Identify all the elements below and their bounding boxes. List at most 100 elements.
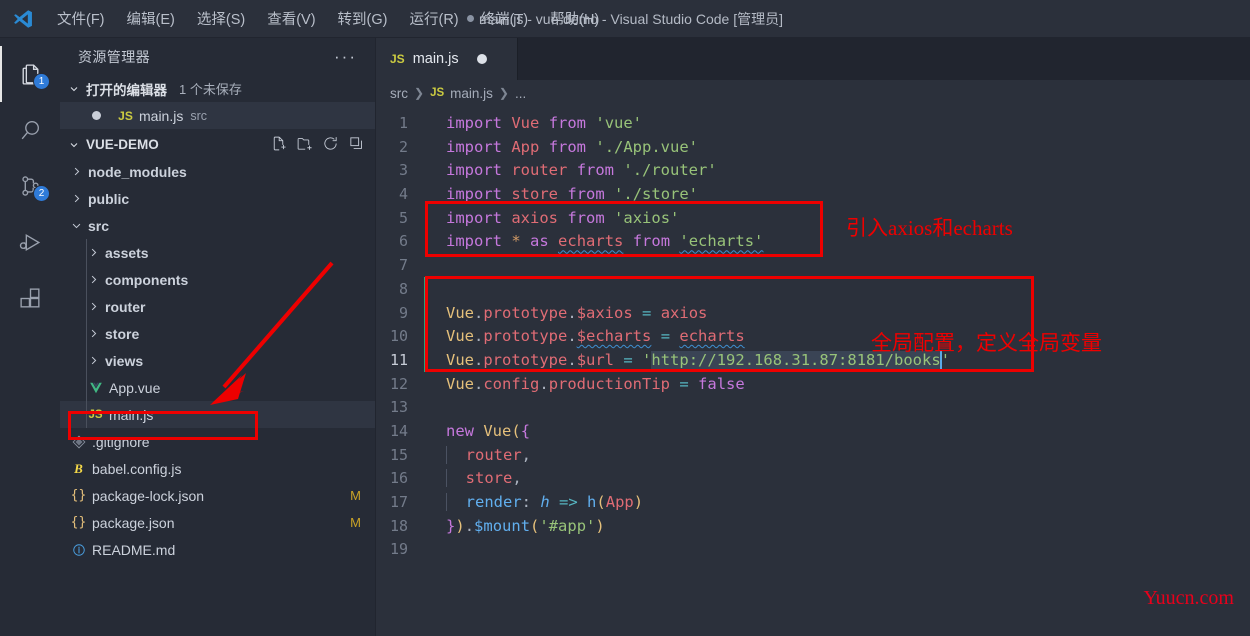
- line-number: 16: [389, 469, 408, 488]
- section-project-root[interactable]: VUE-DEMO: [60, 131, 375, 158]
- menu-run[interactable]: 运行(R): [398, 4, 469, 33]
- tree-item-router[interactable]: router: [60, 293, 375, 320]
- git-file-icon: [68, 435, 89, 449]
- code-line-4[interactable]: 4 import store from './store': [376, 183, 1250, 207]
- code-line-5[interactable]: 5 import axios from 'axios': [376, 207, 1250, 231]
- menu-terminal[interactable]: 终端(T): [470, 4, 540, 33]
- explorer-title: 资源管理器: [78, 48, 150, 65]
- tree-item--gitignore[interactable]: .gitignore: [60, 428, 375, 455]
- line-content[interactable]: store,: [428, 467, 522, 491]
- vue-file-icon: [85, 381, 106, 395]
- code-line-18[interactable]: 18}).$mount('#app'): [376, 515, 1250, 539]
- line-content[interactable]: import router from './router': [428, 159, 717, 183]
- tree-item-public[interactable]: public: [60, 185, 375, 212]
- breadcrumb-item-file[interactable]: main.js: [450, 86, 493, 101]
- line-content[interactable]: router,: [428, 444, 531, 468]
- code-line-13[interactable]: 13: [376, 396, 1250, 420]
- chevron-right-icon: [85, 274, 102, 285]
- open-editor-item-main-js[interactable]: JS main.js src: [60, 102, 375, 129]
- tree-item-label: components: [105, 271, 189, 288]
- line-content[interactable]: import store from './store': [428, 183, 698, 207]
- section-open-editors[interactable]: 打开的编辑器 1 个未保存: [60, 75, 375, 102]
- tree-item-main-js[interactable]: JS main.js: [60, 401, 375, 428]
- menu-bar[interactable]: 文件(F) 编辑(E) 选择(S) 查看(V) 转到(G) 运行(R) 终端(T…: [46, 4, 610, 33]
- line-content[interactable]: import * as echarts from 'echarts': [428, 230, 763, 254]
- chevron-right-icon: [85, 247, 102, 258]
- tree-item-assets[interactable]: assets: [60, 239, 375, 266]
- editor-area: JS main.js src ❯ JS main.js ❯ ... 1 impor…: [376, 38, 1250, 636]
- code-line-2[interactable]: 2 import App from './App.vue': [376, 136, 1250, 160]
- menu-view[interactable]: 查看(V): [256, 4, 326, 33]
- menu-help[interactable]: 帮助(H): [539, 4, 610, 33]
- tree-item-store[interactable]: store: [60, 320, 375, 347]
- tree-item-src[interactable]: src: [60, 212, 375, 239]
- line-content[interactable]: new Vue({: [428, 420, 530, 444]
- menu-selection[interactable]: 选择(S): [186, 4, 256, 33]
- tree-item-node-modules[interactable]: node_modules: [60, 158, 375, 185]
- refresh-icon[interactable]: [322, 135, 339, 155]
- menu-edit[interactable]: 编辑(E): [116, 4, 186, 33]
- code-line-19[interactable]: 19: [376, 538, 1250, 562]
- line-content[interactable]: Vue.prototype.$echarts = echarts: [428, 325, 745, 349]
- code-line-8[interactable]: 8: [376, 278, 1250, 302]
- editor-tab-main-js[interactable]: JS main.js: [376, 38, 518, 80]
- new-file-icon[interactable]: [270, 135, 287, 155]
- source-control-badge: 2: [33, 185, 50, 202]
- activity-item-run-debug[interactable]: [0, 214, 60, 270]
- dirty-dot-icon[interactable]: [86, 111, 107, 120]
- tree-item-package-json[interactable]: {} package.json M: [60, 509, 375, 536]
- code-line-7[interactable]: 7: [376, 254, 1250, 278]
- breadcrumb-item-src[interactable]: src: [390, 86, 408, 101]
- menu-goto[interactable]: 转到(G): [327, 4, 399, 33]
- code-line-6[interactable]: 6 import * as echarts from 'echarts': [376, 230, 1250, 254]
- breadcrumb: src ❯ JS main.js ❯ ...: [376, 80, 1250, 106]
- tree-item-package-lock-json[interactable]: {} package-lock.json M: [60, 482, 375, 509]
- line-content[interactable]: import axios from 'axios': [428, 207, 679, 231]
- chevron-right-icon: [68, 166, 85, 177]
- code-line-10[interactable]: 10 Vue.prototype.$echarts = echarts: [376, 325, 1250, 349]
- tree-item-label: main.js: [109, 406, 154, 423]
- activity-item-source-control[interactable]: 2: [0, 158, 60, 214]
- line-content[interactable]: import Vue from 'vue': [428, 112, 642, 136]
- collapse-all-icon[interactable]: [348, 135, 365, 155]
- code-lines[interactable]: 1 import Vue from 'vue' 2 import App from '…: [376, 106, 1250, 562]
- breadcrumb-item-symbol[interactable]: ...: [515, 86, 526, 101]
- code-line-15[interactable]: 15 router,: [376, 444, 1250, 468]
- code-line-11[interactable]: 11 Vue.prototype.$url = 'http://192.168.3…: [376, 349, 1250, 373]
- code-line-9[interactable]: 9 Vue.prototype.$axios = axios: [376, 302, 1250, 326]
- tree-item-views[interactable]: views: [60, 347, 375, 374]
- line-number: 14: [389, 421, 408, 440]
- tab-dirty-indicator-icon[interactable]: [476, 54, 487, 64]
- chevron-down-icon: [68, 220, 85, 231]
- code-line-16[interactable]: 16 store,: [376, 467, 1250, 491]
- explorer-badge: 1: [33, 73, 50, 90]
- line-content[interactable]: Vue.prototype.$axios = axios: [428, 302, 707, 326]
- code-line-3[interactable]: 3 import router from './router': [376, 159, 1250, 183]
- activity-item-extensions[interactable]: [0, 270, 60, 326]
- chevron-right-icon: [85, 355, 102, 366]
- code-line-17[interactable]: 17 render: h => h(App): [376, 491, 1250, 515]
- tree-item-label: router: [105, 298, 146, 315]
- new-folder-icon[interactable]: [296, 135, 313, 155]
- code-line-12[interactable]: 12 Vue.config.productionTip = false: [376, 373, 1250, 397]
- code-line-14[interactable]: 14 new Vue({: [376, 420, 1250, 444]
- explorer-more-actions-icon[interactable]: ···: [334, 48, 357, 65]
- line-content[interactable]: import App from './App.vue': [428, 136, 698, 160]
- tree-item-label: node_modules: [88, 163, 187, 180]
- code-line-1[interactable]: 1 import Vue from 'vue': [376, 112, 1250, 136]
- line-content[interactable]: Vue.config.productionTip = false: [428, 373, 745, 397]
- menu-file[interactable]: 文件(F): [46, 4, 116, 33]
- tree-indent-guide: [86, 239, 87, 266]
- tree-item-babel-config-js[interactable]: Bbabel.config.js: [60, 455, 375, 482]
- line-number: 9: [398, 303, 408, 322]
- line-content[interactable]: }).$mount('#app'): [428, 515, 605, 539]
- line-content[interactable]: render: h => h(App): [428, 491, 643, 515]
- tree-item-readme-md[interactable]: README.md: [60, 536, 375, 563]
- tree-item-app-vue[interactable]: App.vue: [60, 374, 375, 401]
- activity-item-search[interactable]: [0, 102, 60, 158]
- js-file-icon: JS: [118, 108, 133, 123]
- tree-item-components[interactable]: components: [60, 266, 375, 293]
- code-editor[interactable]: 1 import Vue from 'vue' 2 import App from '…: [376, 106, 1250, 636]
- tree-item-label: App.vue: [109, 379, 161, 396]
- activity-item-explorer[interactable]: 1: [0, 46, 60, 102]
